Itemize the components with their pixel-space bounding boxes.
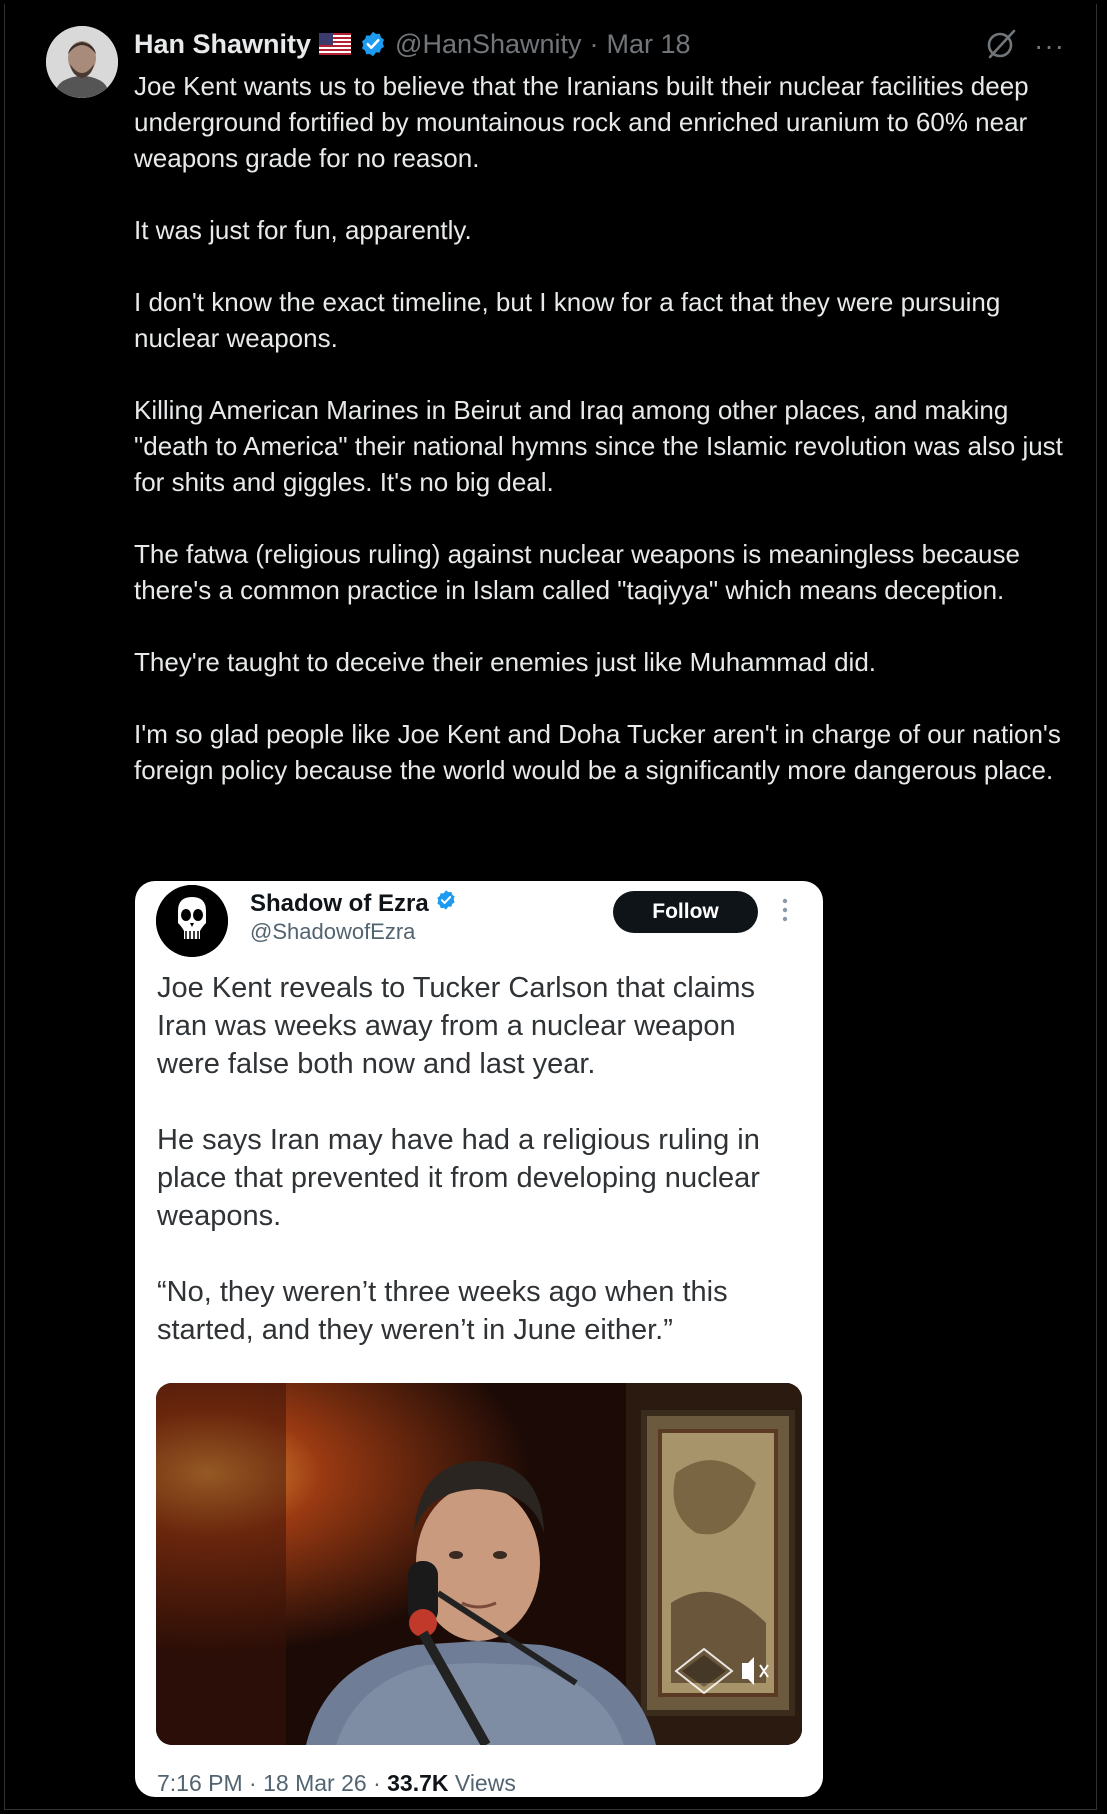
tweet-paragraph: Killing American Marines in Beirut and I… bbox=[134, 395, 1063, 497]
quoted-author-name: Shadow of Ezra bbox=[250, 889, 429, 917]
author-name[interactable]: Han Shawnity bbox=[134, 29, 311, 60]
meta-separator: · bbox=[373, 1770, 381, 1796]
author-avatar[interactable] bbox=[46, 26, 118, 98]
quoted-author-name-row: Shadow of Ezra bbox=[250, 889, 457, 918]
grok-icon[interactable] bbox=[985, 28, 1017, 60]
post-time: 7:16 PM bbox=[157, 1770, 243, 1796]
verified-badge-icon bbox=[359, 30, 387, 58]
more-icon[interactable]: ··· bbox=[1034, 30, 1065, 62]
quoted-paragraph: “No, they weren’t three weeks ago when t… bbox=[157, 1276, 728, 1346]
quoted-post-meta: 7:16 PM · 18 Mar 26 · 33.7K Views bbox=[157, 1770, 516, 1797]
tweet-paragraph: It was just for fun, apparently. bbox=[134, 215, 472, 245]
header-separator: · bbox=[589, 28, 599, 59]
video-thumbnail bbox=[156, 1383, 802, 1745]
quoted-post-image[interactable]: Shadow of Ezra @ShadowofEzra Follow Joe … bbox=[135, 881, 823, 1797]
tweet-paragraph: Joe Kent wants us to believe that the Ir… bbox=[134, 71, 1029, 173]
meta-separator: · bbox=[249, 1770, 257, 1796]
views-count: 33.7K bbox=[387, 1770, 449, 1796]
author-handle[interactable]: @HanShawnity bbox=[395, 29, 582, 60]
tweet-paragraph: They're taught to deceive their enemies … bbox=[134, 647, 877, 677]
tweet-paragraph: I'm so glad people like Joe Kent and Doh… bbox=[134, 719, 1061, 785]
verified-badge-icon bbox=[435, 889, 457, 918]
more-icon bbox=[780, 895, 790, 925]
views-label: Views bbox=[454, 1770, 516, 1796]
quoted-author-handle: @ShadowofEzra bbox=[250, 919, 416, 944]
post-date: 18 Mar 26 bbox=[263, 1770, 367, 1796]
tweet-text: Joe Kent wants us to believe that the Ir… bbox=[134, 68, 1074, 788]
follow-button: Follow bbox=[613, 891, 758, 933]
quoted-text: Joe Kent reveals to Tucker Carlson that … bbox=[157, 969, 797, 1349]
tweet-header: Han Shawnity @HanShawnity · Mar 18 bbox=[134, 26, 691, 62]
quoted-paragraph: Joe Kent reveals to Tucker Carlson that … bbox=[157, 972, 755, 1080]
quoted-author-avatar bbox=[156, 885, 228, 957]
quoted-paragraph: He says Iran may have had a religious ru… bbox=[157, 1124, 760, 1232]
tweet-date[interactable]: Mar 18 bbox=[607, 29, 691, 60]
us-flag-icon bbox=[319, 33, 352, 55]
tweet-paragraph: I don't know the exact timeline, but I k… bbox=[134, 287, 1001, 353]
tweet-paragraph: The fatwa (religious ruling) against nuc… bbox=[134, 539, 1020, 605]
